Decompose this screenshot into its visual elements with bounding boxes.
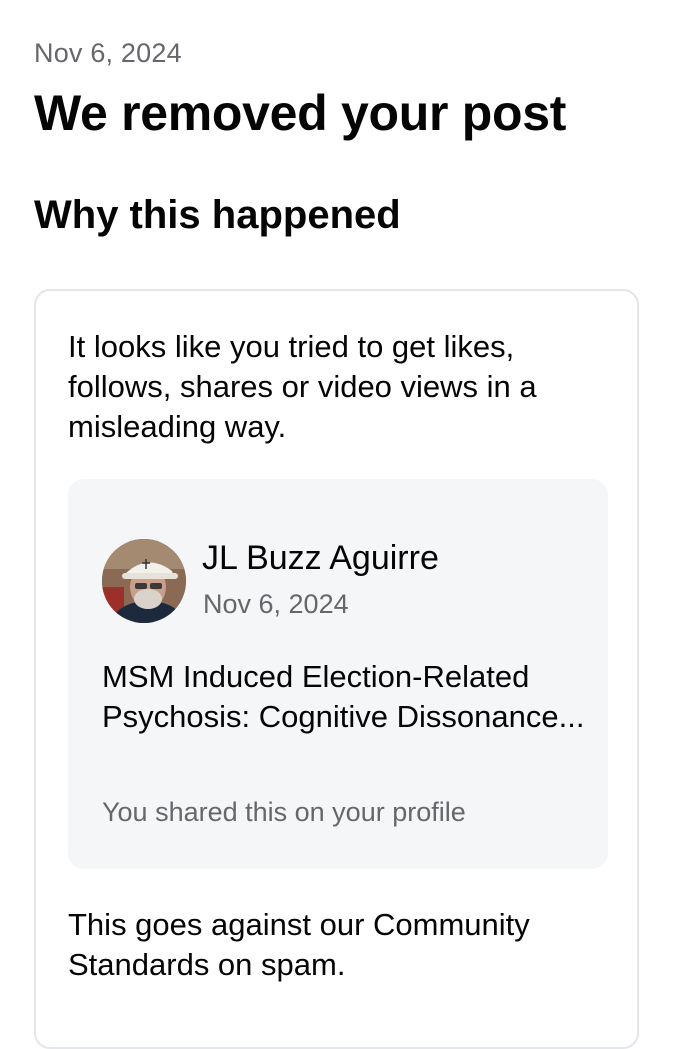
page-title: We removed your post <box>34 85 567 141</box>
post-date: Nov 6, 2024 <box>203 589 349 619</box>
reason-card: It looks like you tried to get likes, fo… <box>34 289 639 1049</box>
section-heading: Why this happened <box>34 193 401 237</box>
profile-photo <box>102 539 186 623</box>
post-author[interactable]: JL Buzz Aguirre <box>202 539 439 578</box>
avatar <box>102 539 186 623</box>
shared-note: You shared this on your profile <box>102 797 466 827</box>
community-standards-text: This goes against our Community Standard… <box>68 907 530 982</box>
reason-text: It looks like you tried to get likes, fo… <box>68 329 537 444</box>
post-text: MSM Induced Election-Related Psychosis: … <box>102 659 585 734</box>
notice-date: Nov 6, 2024 <box>34 38 182 68</box>
removed-post-preview[interactable]: JL Buzz Aguirre Nov 6, 2024 MSM Induced … <box>68 479 608 869</box>
